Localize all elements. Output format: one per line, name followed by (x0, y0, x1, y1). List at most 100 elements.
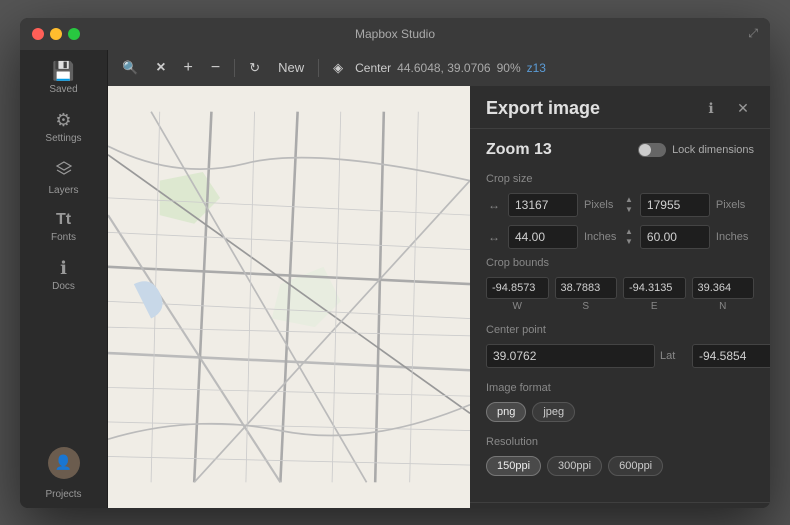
toolbar-center-label: Center (355, 61, 391, 75)
stepper-up-in[interactable]: ▲ (624, 227, 634, 237)
export-footer: 💾 Download (470, 502, 770, 508)
height-px-unit: Pixels (716, 199, 752, 211)
crop-width-px-row: ↔ Pixels ▲ ▼ Pixels (486, 193, 754, 217)
height-px-group: ▲ ▼ Pixels (628, 193, 754, 217)
map-container[interactable] (108, 86, 470, 508)
resolution-150[interactable]: 150ppi (486, 456, 541, 476)
lock-label: Lock dimensions (672, 144, 754, 156)
window-title: Mapbox Studio (355, 27, 435, 41)
height-stepper[interactable]: ▲ ▼ (624, 195, 634, 215)
resolution-pill-group: 150ppi 300ppi 600ppi (486, 456, 754, 476)
sidebar-label-settings: Settings (45, 133, 81, 144)
lng-group: Lng (692, 344, 770, 368)
sidebar-item-fonts[interactable]: Tt Fonts (20, 204, 107, 251)
lng-input[interactable] (692, 344, 770, 368)
export-title: Export image (486, 98, 600, 119)
saved-icon: 💾 (52, 62, 74, 80)
image-format-label: Image format (486, 382, 754, 394)
rotate-button[interactable]: ↻ (243, 58, 266, 78)
lat-group: Lat (486, 344, 684, 368)
bound-w-group: W (486, 277, 549, 312)
traffic-lights (32, 28, 80, 40)
resolution-600[interactable]: 600ppi (608, 456, 663, 476)
stepper-down[interactable]: ▼ (624, 205, 634, 215)
sidebar-item-projects[interactable]: 👤 Projects (20, 439, 107, 508)
export-body: Zoom 13 Lock dimensions Crop size ↔ (470, 129, 770, 502)
lat-input[interactable] (486, 344, 655, 368)
height-in-group: ▲ ▼ Inches (628, 225, 754, 249)
width-in-group: ↔ Inches (486, 225, 620, 249)
format-row: Image format png jpeg (486, 382, 754, 422)
height-in-input[interactable] (640, 225, 710, 249)
sidebar-label-fonts: Fonts (51, 232, 76, 243)
main-area: 💾 Saved ⚙ Settings Layers Tt Fonts (20, 50, 770, 508)
bound-e-group: E (623, 277, 686, 312)
bound-n-input[interactable] (555, 277, 618, 299)
width-px-unit: Pixels (584, 199, 620, 211)
resolution-300[interactable]: 300ppi (547, 456, 602, 476)
toggle-switch[interactable] (638, 143, 666, 157)
bound-s-input[interactable] (692, 277, 755, 299)
resolution-label: Resolution (486, 436, 754, 448)
width-px-group: ↔ Pixels (486, 193, 620, 217)
docs-icon: ℹ (60, 259, 67, 277)
crop-bounds-row: W S E N (486, 277, 754, 312)
center-point-label: Center point (486, 324, 754, 336)
lat-label: Lat (660, 350, 684, 362)
format-png[interactable]: png (486, 402, 526, 422)
compass-button[interactable]: ◈ (327, 58, 349, 78)
bound-s-group: N (692, 277, 755, 312)
close-button[interactable] (32, 28, 44, 40)
sidebar-item-settings[interactable]: ⚙ Settings (20, 103, 107, 152)
user-avatar: 👤 (48, 447, 80, 479)
content-wrapper: 🔍 × + − ↻ New ◈ Center 44.6048, 39.0706 … (108, 50, 770, 508)
lock-dimensions-toggle[interactable]: Lock dimensions (638, 143, 754, 157)
zoom-in-button[interactable]: × (150, 57, 171, 79)
titlebar: Mapbox Studio ⤢ (20, 18, 770, 50)
sidebar-label-projects: Projects (45, 489, 81, 500)
format-pill-group: png jpeg (486, 402, 754, 422)
width-in-unit: Inches (584, 231, 620, 243)
new-button[interactable]: New (272, 58, 310, 77)
remove-button[interactable]: − (205, 57, 226, 79)
height-px-input[interactable] (640, 193, 710, 217)
sidebar-item-saved[interactable]: 💾 Saved (20, 54, 107, 103)
separator2 (318, 59, 319, 77)
format-jpeg[interactable]: jpeg (532, 402, 575, 422)
height-in-unit: Inches (716, 231, 752, 243)
toolbar-coordinates: 44.6048, 39.0706 (397, 61, 490, 75)
width-in-icon: ↔ (486, 230, 502, 244)
fonts-icon: Tt (56, 212, 71, 228)
stepper-down-in[interactable]: ▼ (624, 237, 634, 247)
bound-w-input[interactable] (486, 277, 549, 299)
close-export-button[interactable]: ✕ (732, 98, 754, 120)
bound-e-dir: E (651, 301, 658, 312)
sidebar-bottom: 👤 Projects (20, 439, 107, 508)
maximize-button[interactable] (68, 28, 80, 40)
bound-e-input[interactable] (623, 277, 686, 299)
search-button[interactable]: 🔍 (116, 58, 144, 78)
crop-width-in-row: ↔ Inches ▲ ▼ Inches (486, 225, 754, 249)
separator (234, 59, 235, 77)
minimize-button[interactable] (50, 28, 62, 40)
width-in-input[interactable] (508, 225, 578, 249)
bound-s-dir: N (719, 301, 726, 312)
center-point-row: Lat Lng (486, 344, 754, 368)
sidebar-label-layers: Layers (48, 185, 78, 196)
zoom-row: Zoom 13 Lock dimensions (486, 141, 754, 159)
add-button[interactable]: + (178, 57, 199, 79)
sidebar-item-docs[interactable]: ℹ Docs (20, 251, 107, 300)
info-button[interactable]: ℹ (700, 98, 722, 120)
height-in-stepper[interactable]: ▲ ▼ (624, 227, 634, 247)
crop-bounds-label: Crop bounds (486, 257, 754, 269)
toolbar: 🔍 × + − ↻ New ◈ Center 44.6048, 39.0706 … (108, 50, 770, 86)
toolbar-zoom-percent: 90% (497, 61, 521, 75)
app-window: Mapbox Studio ⤢ 💾 Saved ⚙ Settings (20, 18, 770, 508)
bound-n-dir: S (582, 301, 589, 312)
fullscreen-icon[interactable]: ⤢ (748, 26, 758, 41)
stepper-up[interactable]: ▲ (624, 195, 634, 205)
bound-n-group: S (555, 277, 618, 312)
sidebar-item-layers[interactable]: Layers (20, 152, 107, 204)
width-px-input[interactable] (508, 193, 578, 217)
sidebar-label-docs: Docs (52, 281, 75, 292)
